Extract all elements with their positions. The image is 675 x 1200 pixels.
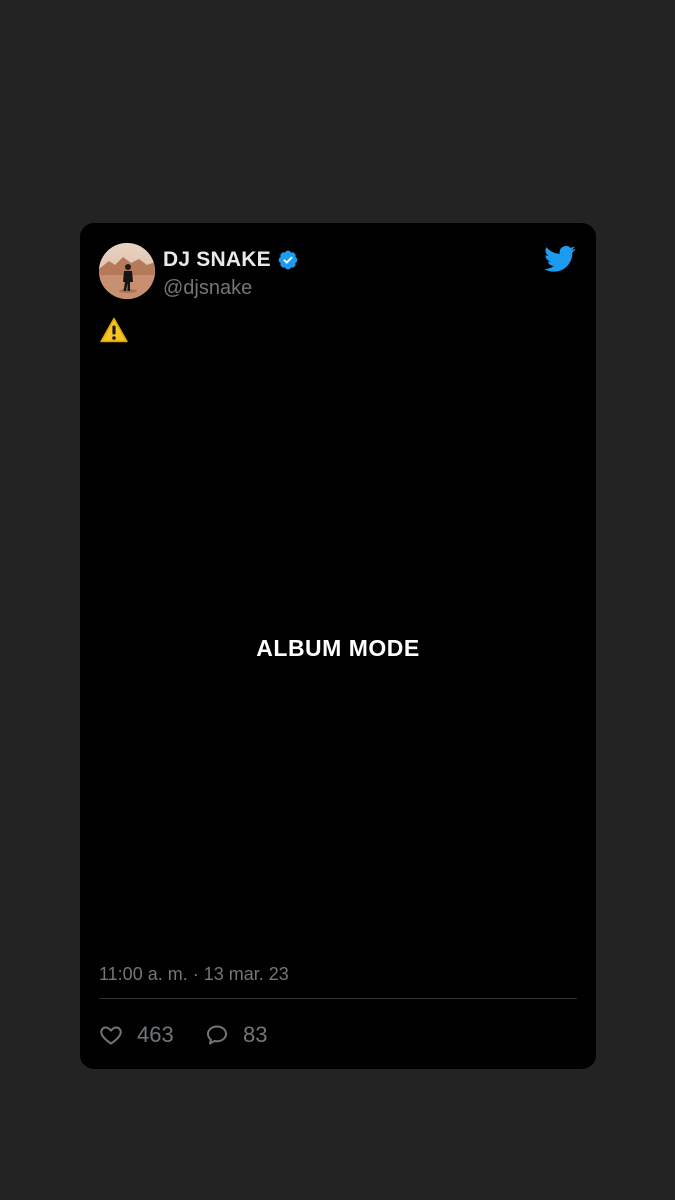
verified-badge-icon <box>277 249 299 271</box>
tweet-card[interactable]: DJ SNAKE @djsnake ALBUM MODE 11:00 a. m.… <box>80 223 596 1069</box>
like-count: 463 <box>137 1022 174 1047</box>
media-text: ALBUM MODE <box>256 635 420 661</box>
twitter-bird-icon[interactable] <box>544 245 576 273</box>
divider <box>99 998 577 999</box>
author-name-row: DJ SNAKE <box>163 247 299 273</box>
reply-button[interactable]: 83 <box>205 1021 267 1049</box>
reply-bubble-icon <box>205 1023 229 1047</box>
avatar[interactable] <box>99 243 155 299</box>
like-button[interactable]: 463 <box>99 1021 174 1049</box>
user-handle[interactable]: @djsnake <box>163 277 252 300</box>
display-name[interactable]: DJ SNAKE <box>163 248 271 272</box>
reply-count: 83 <box>243 1022 268 1047</box>
timestamp[interactable]: 11:00 a. m. · 13 mar. 23 <box>99 964 289 985</box>
heart-icon <box>99 1023 123 1047</box>
warning-icon <box>100 317 128 343</box>
